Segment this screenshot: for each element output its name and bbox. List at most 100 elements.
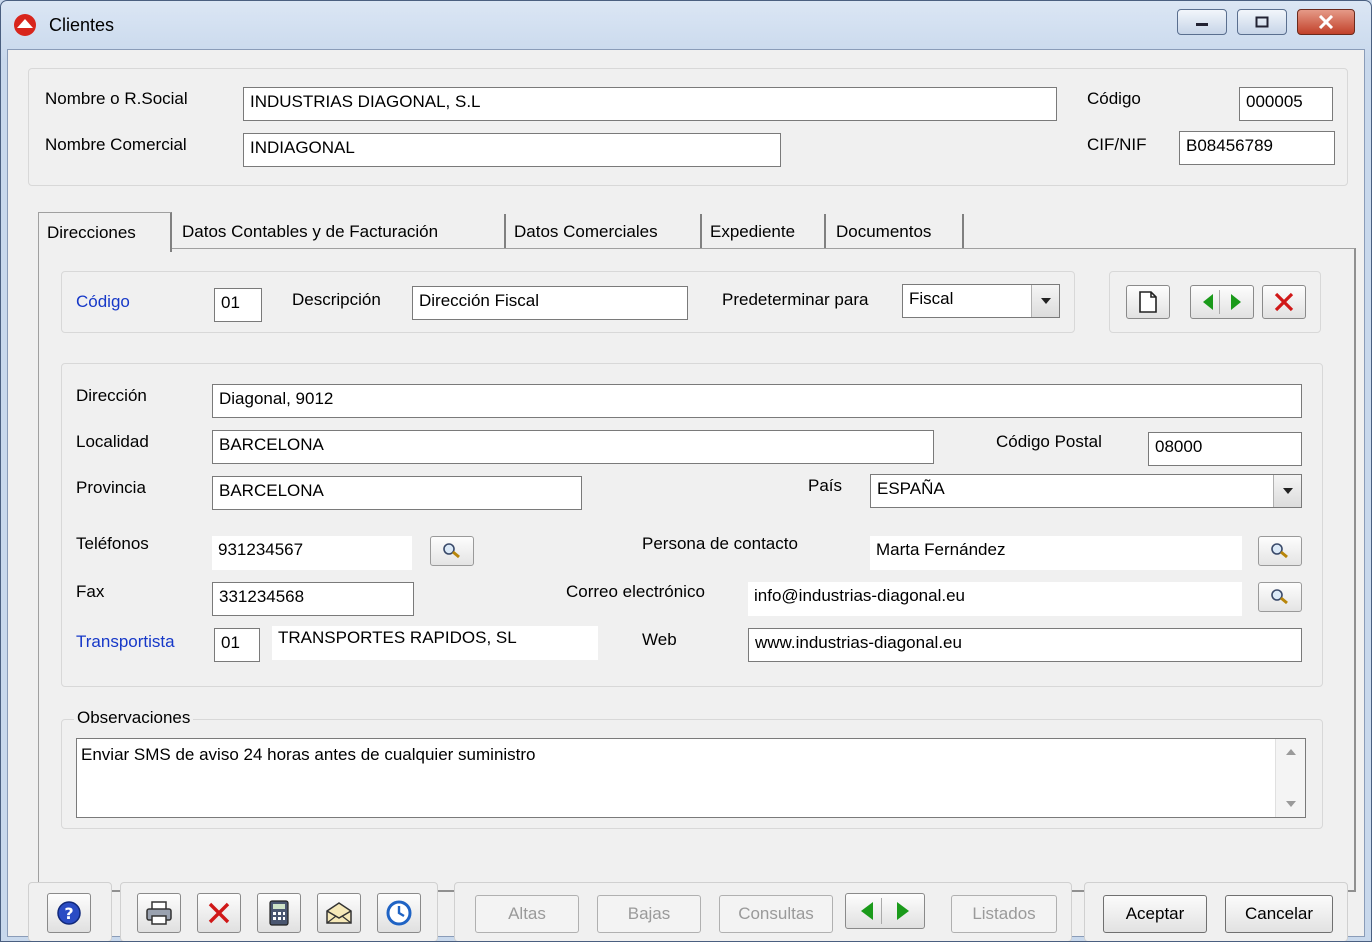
tab-expediente[interactable]: Expediente <box>702 214 826 250</box>
address-codigo-field[interactable]: 01 <box>214 288 262 322</box>
cif-label: CIF/NIF <box>1087 135 1147 154</box>
codigo-label: Código <box>1087 89 1141 108</box>
minimize-icon <box>1196 23 1208 26</box>
comercial-field[interactable]: INDIAGONAL <box>243 133 781 167</box>
tab-datos-contables[interactable]: Datos Contables y de Facturación <box>174 214 506 250</box>
aceptar-button[interactable]: Aceptar <box>1103 895 1207 933</box>
prev-arrow-icon[interactable] <box>1201 292 1215 312</box>
comercial-label: Nombre Comercial <box>45 135 187 154</box>
calculator-icon <box>269 900 289 926</box>
search-icon <box>443 543 460 559</box>
window: Clientes Nombre o R.Social INDUSTRIAS DI… <box>0 0 1372 942</box>
record-nav-button[interactable] <box>845 893 925 929</box>
transportista-name-field: TRANSPORTES RAPIDOS, SL <box>272 626 598 660</box>
pais-label: País <box>808 476 843 495</box>
chevron-down-icon <box>1040 298 1051 304</box>
help-icon: ? <box>57 901 81 925</box>
cp-label: Código Postal <box>996 432 1102 451</box>
svg-text:?: ? <box>64 904 73 923</box>
delete-button[interactable] <box>197 893 241 933</box>
new-address-button[interactable] <box>1126 285 1170 319</box>
predeterminar-select[interactable]: Fiscal <box>902 284 1060 318</box>
pais-select[interactable]: ESPAÑA <box>870 474 1302 508</box>
next-arrow-icon[interactable] <box>1229 292 1243 312</box>
direccion-field[interactable]: Diagonal, 9012 <box>212 384 1302 418</box>
minimize-button[interactable] <box>1177 9 1227 35</box>
maximize-button[interactable] <box>1237 9 1287 35</box>
clock-button[interactable] <box>377 893 421 933</box>
confirm-group: Aceptar Cancelar <box>1084 882 1348 941</box>
provincia-field[interactable]: BARCELONA <box>212 476 582 510</box>
tab-datos-comerciales[interactable]: Datos Comerciales <box>506 214 702 250</box>
print-button[interactable] <box>137 893 181 933</box>
address-nav-button[interactable] <box>1190 285 1254 319</box>
next-arrow-icon[interactable] <box>895 900 911 922</box>
predeterminar-label: Predeterminar para <box>722 290 869 309</box>
cp-field[interactable]: 08000 <box>1148 432 1302 466</box>
address-selector-panel: Código 01 Descripción Dirección Fiscal P… <box>61 271 1075 333</box>
predeterminar-dropdown[interactable] <box>1031 285 1059 317</box>
observaciones-panel: Observaciones Enviar SMS de aviso 24 hor… <box>61 708 1323 829</box>
telefonos-field[interactable]: 931234567 <box>212 536 412 570</box>
descripcion-field[interactable]: Dirección Fiscal <box>412 286 688 320</box>
print-icon <box>146 901 172 925</box>
altas-button[interactable]: Altas <box>475 895 579 933</box>
direccion-label: Dirección <box>76 386 147 405</box>
delete-icon <box>208 902 230 924</box>
listados-button[interactable]: Listados <box>951 895 1057 933</box>
maximize-icon <box>1255 16 1269 28</box>
contacto-search-button[interactable] <box>1258 536 1302 566</box>
email-button[interactable] <box>317 893 361 933</box>
web-field[interactable]: www.industrias-diagonal.eu <box>748 628 1302 662</box>
clock-icon <box>386 900 412 926</box>
contacto-field[interactable]: Marta Fernández <box>870 536 1242 570</box>
delete-icon <box>1274 292 1294 312</box>
search-icon <box>1271 589 1288 605</box>
tab-documentos[interactable]: Documentos <box>828 214 964 250</box>
email-icon <box>326 902 352 924</box>
prev-arrow-icon[interactable] <box>859 900 875 922</box>
consultas-button[interactable]: Consultas <box>719 895 833 933</box>
fax-field[interactable]: 331234568 <box>212 582 414 616</box>
transportista-code-field[interactable]: 01 <box>214 628 260 662</box>
scroll-down-icon[interactable] <box>1285 801 1296 807</box>
observaciones-scrollbar[interactable] <box>1275 739 1305 817</box>
bajas-button[interactable]: Bajas <box>597 895 701 933</box>
codigo-field[interactable]: 000005 <box>1239 87 1333 121</box>
cancelar-button[interactable]: Cancelar <box>1225 895 1333 933</box>
predeterminar-value: Fiscal <box>909 289 954 308</box>
window-title: Clientes <box>49 15 115 35</box>
tools-group <box>120 882 438 941</box>
delete-address-button[interactable] <box>1262 285 1306 319</box>
nombre-field[interactable]: INDUSTRIAS DIAGONAL, S.L <box>243 87 1057 121</box>
title-bar[interactable]: Clientes <box>1 1 1371 49</box>
calculator-button[interactable] <box>257 893 301 933</box>
telefonos-search-button[interactable] <box>430 536 474 566</box>
tab-direcciones[interactable]: Direcciones <box>38 212 172 252</box>
observaciones-textarea[interactable]: Enviar SMS de aviso 24 horas antes de cu… <box>76 738 1306 818</box>
transportista-link[interactable]: Transportista <box>76 632 175 652</box>
close-button[interactable] <box>1297 9 1355 35</box>
codigo-link[interactable]: Código <box>76 292 130 312</box>
help-button[interactable]: ? <box>47 893 91 933</box>
scroll-up-icon[interactable] <box>1285 749 1296 755</box>
observaciones-text: Enviar SMS de aviso 24 horas antes de cu… <box>81 745 536 764</box>
web-label: Web <box>642 630 677 649</box>
header-panel: Nombre o R.Social INDUSTRIAS DIAGONAL, S… <box>28 68 1348 186</box>
correo-field[interactable]: info@industrias-diagonal.eu <box>748 582 1242 616</box>
pais-dropdown[interactable] <box>1273 475 1301 507</box>
direcciones-page: Código 01 Descripción Dirección Fiscal P… <box>38 248 1356 892</box>
telefonos-label: Teléfonos <box>76 534 149 553</box>
nombre-label: Nombre o R.Social <box>45 89 188 108</box>
localidad-field[interactable]: BARCELONA <box>212 430 934 464</box>
cif-field[interactable]: B08456789 <box>1179 131 1335 165</box>
contacto-label: Persona de contacto <box>642 534 798 553</box>
app-icon <box>14 14 36 36</box>
close-icon <box>1318 15 1334 29</box>
provincia-label: Provincia <box>76 478 146 497</box>
address-details-panel: Dirección Diagonal, 9012 Localidad BARCE… <box>61 363 1323 687</box>
client-area: Nombre o R.Social INDUSTRIAS DIAGONAL, S… <box>7 49 1365 941</box>
correo-search-button[interactable] <box>1258 582 1302 612</box>
search-icon <box>1271 543 1288 559</box>
actions-group: Altas Bajas Consultas Listados <box>454 882 1072 941</box>
